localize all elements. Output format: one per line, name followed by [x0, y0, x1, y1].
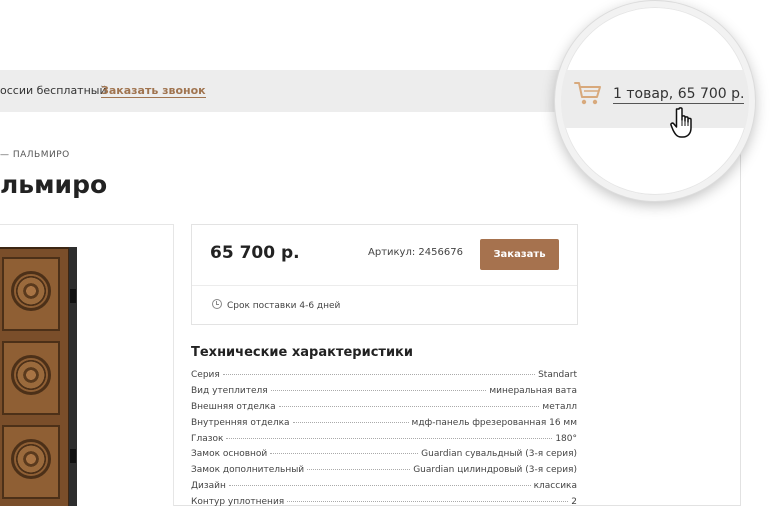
clock-icon [212, 299, 222, 309]
spec-key: Внешняя отделка [191, 401, 276, 412]
spec-value: классика [533, 481, 577, 492]
magnifier-lens: 1 товар, 65 700 р. [555, 1, 755, 201]
spec-value: 180° [555, 433, 577, 444]
specs-table: Серия Standart Вид утеплителя минеральная … [191, 370, 577, 513]
spec-value: металл [542, 401, 577, 412]
door-image [0, 247, 77, 506]
spec-row: Внутренняя отделка мдф-панель фрезерованн… [191, 418, 577, 434]
divider [192, 285, 577, 286]
spec-value: Guardian цилиндровый (3-я серия) [413, 465, 577, 476]
spec-value: минеральная вата [489, 385, 577, 396]
spec-key: Глазок [191, 433, 224, 444]
hand-cursor-icon [670, 107, 692, 138]
cart-summary-link[interactable]: 1 товар, 65 700 р. [613, 86, 745, 104]
spec-key: Контур уплотнения [191, 497, 285, 508]
delivery-text: Срок поставки 4-6 дней [227, 301, 341, 311]
spec-key: Замок основной [191, 449, 268, 460]
page-title: льмиро [0, 170, 108, 199]
spec-row: Глазок 180° [191, 434, 577, 450]
order-button[interactable]: Заказать [480, 239, 559, 270]
spec-row: Внешняя отделка металл [191, 402, 577, 418]
callback-link[interactable]: Заказать звонок [101, 84, 206, 98]
breadcrumb[interactable]: — ПАЛЬМИРО [0, 150, 70, 160]
spec-row: Замок дополнительный Guardian цилиндровый… [191, 465, 577, 481]
price-box: 65 700 р. Артикул: 2456676 Заказать Срок… [191, 224, 578, 325]
free-shipping-text: оссии бесплатный [0, 84, 107, 97]
spec-key: Серия [191, 370, 220, 380]
spec-key: Внутренняя отделка [191, 417, 290, 428]
spec-key: Дизайн [191, 481, 226, 492]
cart-icon[interactable] [574, 80, 602, 106]
spec-row: Серия Standart [191, 370, 577, 386]
spec-value: 2 [571, 497, 577, 508]
product-sku: Артикул: 2456676 [368, 247, 463, 258]
spec-row: Контур уплотнения 2 [191, 497, 577, 513]
specs-title: Технические характеристики [191, 345, 413, 360]
product-price: 65 700 р. [210, 243, 300, 263]
spec-value: Standart [538, 370, 577, 380]
spec-key: Замок дополнительный [191, 465, 305, 476]
spec-row: Замок основной Guardian сувальдный (3-я с… [191, 449, 577, 465]
product-image-box[interactable] [0, 224, 174, 506]
delivery-time: Срок поставки 4-6 дней [212, 299, 340, 311]
spec-row: Вид утеплителя минеральная вата [191, 386, 577, 402]
spec-value: Guardian сувальдный (3-я серия) [421, 449, 577, 460]
spec-row: Дизайн классика [191, 481, 577, 497]
spec-key: Вид утеплителя [191, 385, 268, 396]
spec-value: мдф-панель фрезерованная 16 мм [411, 417, 577, 428]
